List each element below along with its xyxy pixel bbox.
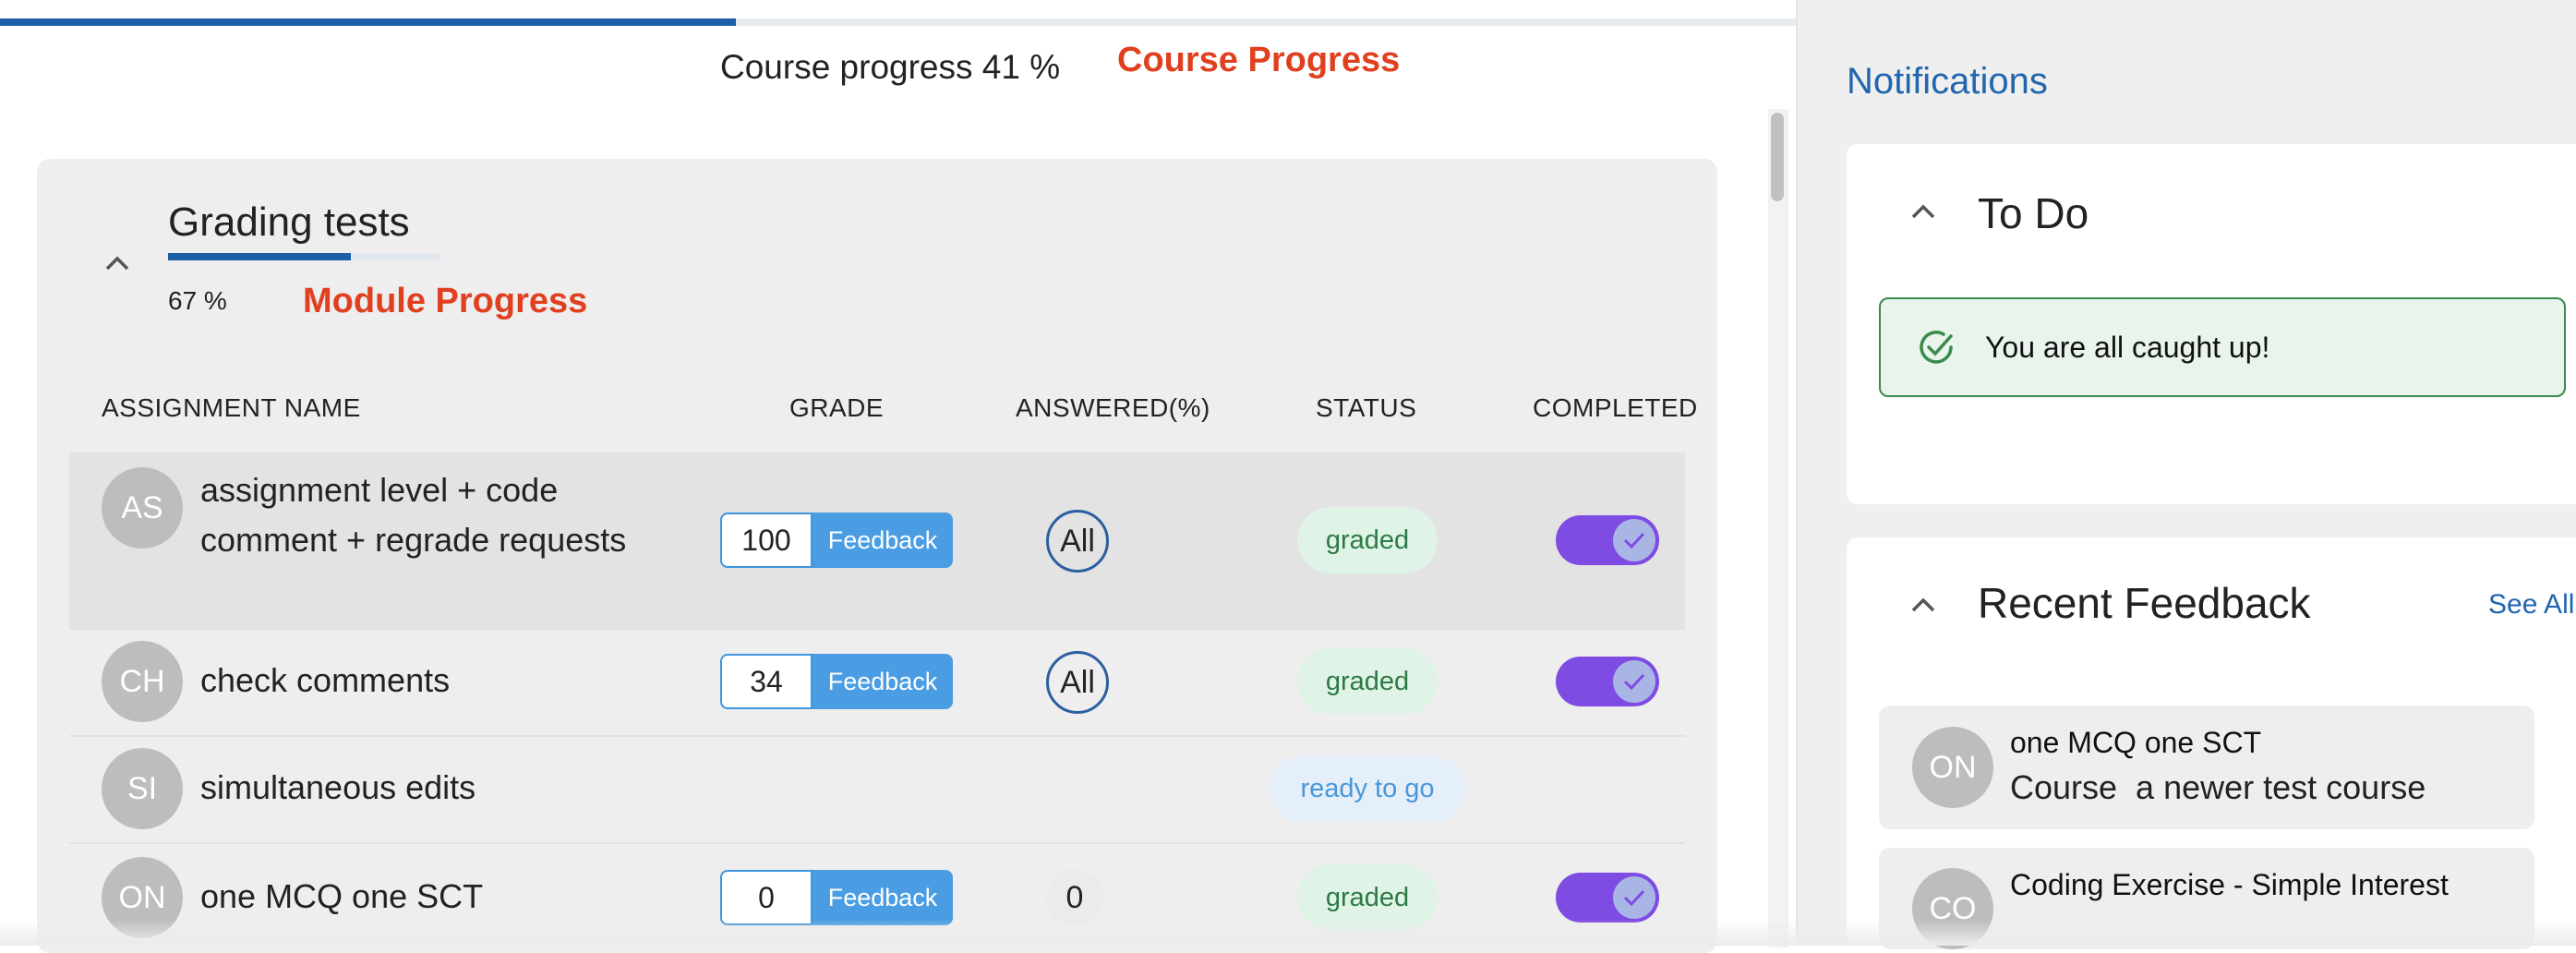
table-row[interactable]: CH check comments 34 Feedback All graded [69,628,1685,737]
notifications-title: Notifications [1847,61,2048,102]
recent-feedback-card: Recent Feedback See All ON one MCQ one S… [1847,537,2576,949]
assignment-name[interactable]: simultaneous edits [200,763,475,813]
module-card: Grading tests 67 % ASSIGNMENT NAME GRADE… [37,159,1717,953]
toggle-knob [1613,519,1655,561]
feedback-item-subtitle: Course a newer test course [2010,768,2426,806]
status-badge: graded [1297,507,1438,573]
module-progress-annotation: Module Progress [303,282,588,320]
assignment-name[interactable]: one MCQ one SCT [200,872,483,922]
module-progress-bar [168,253,440,260]
assignment-name[interactable]: assignment level + code comment + regrad… [200,465,634,565]
main-scrollbar[interactable] [1768,109,1788,947]
caught-up-banner: You are all caught up! [1879,297,2566,397]
chevron-up-icon [105,256,129,271]
course-progress-annotation: Course Progress [1117,41,1401,79]
grade-control: 0 Feedback [720,870,953,925]
assignment-name[interactable]: check comments [200,656,450,706]
todo-title: To Do [1978,189,2089,237]
completed-toggle[interactable] [1556,873,1659,923]
collapse-module-button[interactable] [96,242,138,284]
grade-control: 100 Feedback [720,513,953,568]
grade-input[interactable]: 0 [720,870,813,925]
feedback-button[interactable]: Feedback [813,654,953,709]
check-icon [1623,889,1645,907]
grade-control: 34 Feedback [720,654,953,709]
table-row[interactable]: AS assignment level + code comment + reg… [69,452,1685,630]
feedback-item-title: one MCQ one SCT [2010,726,2262,759]
main-scrollbar-thumb[interactable] [1771,113,1784,201]
module-progress-text: 67 % [168,286,227,315]
table-row[interactable]: SI simultaneous edits ready to go [69,735,1685,844]
notifications-panel: Notifications To Do You are all caught u… [1796,0,2576,949]
completed-toggle[interactable] [1556,515,1659,565]
toggle-knob [1613,660,1655,703]
check-circle-icon [1920,331,1953,364]
avatar: CH [102,641,183,722]
collapse-recent-feedback-button[interactable] [1902,584,1944,626]
feedback-button[interactable]: Feedback [813,870,953,925]
status-badge: ready to go [1270,755,1465,822]
completed-toggle[interactable] [1556,657,1659,706]
grade-input[interactable]: 100 [720,513,813,568]
check-icon [1623,673,1645,691]
answered-badge: 0 [1046,869,1103,926]
avatar: AS [102,467,183,549]
course-progress-text: Course progress 41 % [720,48,1061,86]
header-assignment-name: ASSIGNMENT NAME [102,393,361,422]
feedback-button[interactable]: Feedback [813,513,953,568]
chevron-up-icon [1911,597,1935,612]
check-icon [1623,532,1645,549]
collapse-todo-button[interactable] [1902,190,1944,233]
course-progress-bar [0,18,1796,26]
assignments-table-header: ASSIGNMENT NAME GRADE ANSWERED(%) STATUS… [69,393,1697,434]
header-grade: GRADE [789,393,885,422]
see-all-link[interactable]: See All [2488,589,2574,621]
bottom-fade [0,920,2576,946]
recent-feedback-title: Recent Feedback [1978,579,2311,627]
course-progress-fill [0,18,737,26]
avatar: ON [1912,727,1993,808]
feedback-item-title: Coding Exercise - Simple Interest [2010,868,2449,901]
answered-badge: All [1046,651,1109,714]
toggle-knob [1613,876,1655,919]
todo-card: To Do You are all caught up! [1847,144,2576,504]
chevron-up-icon [1911,204,1935,219]
caught-up-text: You are all caught up! [1985,331,2270,364]
feedback-item[interactable]: ON one MCQ one SCT Course a newer test c… [1879,706,2534,829]
header-status: STATUS [1316,393,1417,422]
avatar: SI [102,748,183,829]
status-badge: graded [1297,648,1438,715]
grade-input[interactable]: 34 [720,654,813,709]
module-title: Grading tests [168,199,410,245]
header-answered: ANSWERED(%) [1016,393,1210,422]
module-progress-fill [168,253,351,260]
header-completed: COMPLETED [1533,393,1698,422]
answered-badge: All [1046,510,1109,573]
